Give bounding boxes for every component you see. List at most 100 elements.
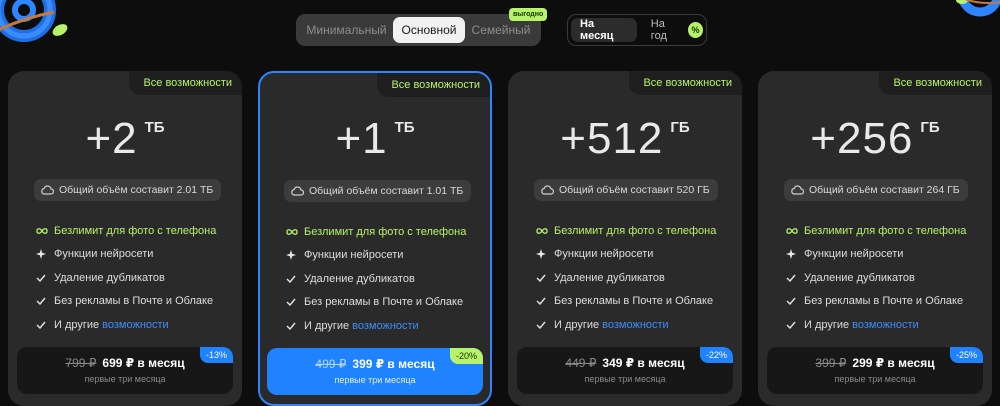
check-icon [286,322,300,330]
profitable-badge: выгодно [509,8,548,21]
tab-minimal[interactable]: Минимальный [300,17,393,43]
check-icon [786,297,800,306]
storage-amount: +1 ТБ [260,113,490,165]
total-storage-pill: Общий объём составит 1.01 ТБ [284,180,472,202]
storage-amount: +512 ГБ [508,113,742,165]
cloud-icon [41,185,54,195]
feature-list: Безлимит для фото с телефона Функции ней… [786,219,982,337]
price-note: первые три месяца [584,374,666,384]
infinity-icon [786,227,800,235]
discount-badge: -20% [449,348,483,364]
check-icon [36,321,50,329]
feature-ai: Функции нейросети [36,243,232,267]
more-features-link[interactable]: возможности [352,320,419,332]
check-icon [286,298,300,307]
percent-badge: % [687,22,703,38]
feature-list: Безлимит для фото с телефона Функции ней… [36,219,232,337]
price-note: первые три месяца [84,374,166,384]
sparkle-icon [536,248,550,260]
storage-amount-value: +256 [810,114,914,163]
infinity-icon [36,227,50,235]
buy-button[interactable]: 399 ₽ 299 ₽ в месяц первые три месяца -25… [767,347,983,394]
price-note: первые три месяца [834,374,916,384]
check-icon [36,297,50,306]
feature-dedup: Удаление дубликатов [536,266,732,290]
storage-amount-value: +2 [85,114,138,163]
new-price: 699 ₽ в месяц [102,356,185,370]
storage-amount: +2 ТБ [8,113,242,165]
more-features-link[interactable]: возможности [102,319,169,331]
more-features-link[interactable]: возможности [852,319,919,331]
plan-card-1[interactable]: Все возможности +2 ТБ Общий объём состав… [8,71,242,406]
total-storage-text: Общий объём составит 2.01 ТБ [59,184,214,196]
check-icon [786,274,800,282]
total-storage-pill: Общий объём составит 520 ГБ [534,179,718,201]
check-icon [286,275,300,283]
old-price: 449 ₽ [565,356,597,370]
plan-card-4[interactable]: Все возможности +256 ГБ Общий объём сост… [758,71,992,406]
plan-card-3[interactable]: Все возможности +512 ГБ Общий объём сост… [508,71,742,406]
all-features-tag: Все возможности [629,71,742,95]
buy-button[interactable]: 799 ₽ 699 ₽ в месяц первые три месяца -13… [17,347,233,394]
feature-more: И другие возможности [286,314,480,338]
total-storage-pill: Общий объём составит 264 ГБ [784,179,968,201]
sparkle-icon [286,249,300,261]
tab-monthly[interactable]: На месяц [571,18,637,42]
check-icon [536,274,550,282]
at-sign-decoration [0,0,72,58]
feature-ai: Функции нейросети [786,243,982,267]
feature-unlimited-photos: Безлимит для фото с телефона [786,219,982,243]
old-price: 399 ₽ [815,356,847,370]
sparkle-icon [786,248,800,260]
feature-no-ads: Без рекламы в Почте и Облаке [36,290,232,314]
infinity-icon [286,228,300,236]
feature-no-ads: Без рекламы в Почте и Облаке [286,291,480,315]
all-features-tag: Все возможности [879,71,992,95]
check-icon [536,321,550,329]
feature-list: Безлимит для фото с телефона Функции ней… [536,219,732,337]
feature-dedup: Удаление дубликатов [36,266,232,290]
feature-more: И другие возможности [36,313,232,337]
storage-unit: ТБ [144,119,165,136]
plan-tier-selector: Минимальный Основной Семейный [296,14,541,46]
all-features-tag: Все возможности [129,71,242,95]
feature-dedup: Удаление дубликатов [786,266,982,290]
new-price: 349 ₽ в месяц [602,356,685,370]
old-price: 499 ₽ [315,357,347,371]
storage-unit: ТБ [394,119,415,136]
all-features-tag: Все возможности [377,73,490,97]
plan-card-2[interactable]: Все возможности +1 ТБ Общий объём состав… [258,71,492,406]
buy-button[interactable]: 499 ₽ 399 ₽ в месяц первые три месяца -20… [267,348,483,395]
feature-no-ads: Без рекламы в Почте и Облаке [786,290,982,314]
old-price: 799 ₽ [65,356,97,370]
tab-basic[interactable]: Основной [393,17,465,43]
billing-period-selector: На месяц На год % [567,14,707,46]
feature-no-ads: Без рекламы в Почте и Облаке [536,290,732,314]
total-storage-text: Общий объём составит 264 ГБ [809,184,960,196]
discount-badge: -25% [949,347,983,363]
at-sign-decoration-right [944,0,1000,26]
cloud-icon [541,185,554,195]
discount-badge: -22% [699,347,733,363]
new-price: 299 ₽ в месяц [852,356,935,370]
check-icon [536,297,550,306]
feature-unlimited-photos: Безлимит для фото с телефона [36,219,232,243]
feature-list: Безлимит для фото с телефона Функции ней… [286,220,480,338]
cloud-icon [291,186,304,196]
feature-unlimited-photos: Безлимит для фото с телефона [536,219,732,243]
total-storage-text: Общий объём составит 1.01 ТБ [309,185,464,197]
buy-button[interactable]: 449 ₽ 349 ₽ в месяц первые три месяца -22… [517,347,733,394]
storage-amount-value: +512 [560,114,664,163]
storage-unit: ГБ [920,119,940,136]
feature-more: И другие возможности [536,313,732,337]
cloud-icon [791,185,804,195]
new-price: 399 ₽ в месяц [352,357,435,371]
more-features-link[interactable]: возможности [602,319,669,331]
feature-ai: Функции нейросети [536,243,732,267]
tab-yearly[interactable]: На год % [637,18,703,42]
price-note: первые три месяца [334,375,416,385]
feature-more: И другие возможности [786,313,982,337]
storage-amount: +256 ГБ [758,113,992,165]
storage-amount-value: +1 [335,114,388,163]
check-icon [36,274,50,282]
